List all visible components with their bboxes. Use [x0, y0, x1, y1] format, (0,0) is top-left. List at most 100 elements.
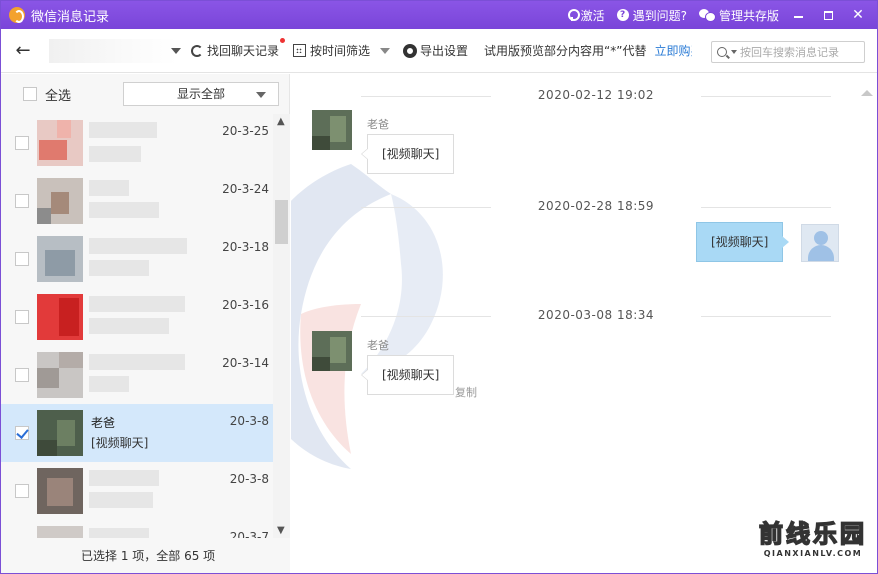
- gear-icon: [404, 44, 417, 57]
- list-scrollbar[interactable]: ▲ ▼: [273, 114, 290, 538]
- list-item[interactable]: 20-3-14: [1, 346, 273, 404]
- filter-by-time-button[interactable]: 按时间筛选: [293, 42, 391, 59]
- row-date: 20-3-24: [222, 182, 269, 196]
- message-bubble-sent[interactable]: [视频聊天]: [696, 222, 790, 262]
- blurred-name: [89, 296, 185, 312]
- display-filter-value: 显示全部: [176, 87, 225, 101]
- selection-summary: 已选择 1 项，全部 65 项: [1, 538, 290, 573]
- trial-notice: 试用版预览部分内容用“*”代替: [484, 44, 647, 58]
- blurred-name: [89, 180, 129, 196]
- list-item[interactable]: 20-3-7: [1, 520, 273, 538]
- manage-label: 管理共存版: [718, 8, 779, 23]
- message-text: [视频聊天]: [382, 147, 440, 161]
- scroll-thumb[interactable]: [275, 200, 288, 244]
- activate-link[interactable]: 激活: [567, 7, 605, 24]
- row-checkbox[interactable]: [15, 484, 29, 498]
- chevron-down-icon: [171, 47, 181, 54]
- row-date: 20-3-18: [222, 240, 269, 254]
- app-window: 微信消息记录 激活 ? 遇到问题? 管理共存版 ✕ ← 找回聊天记录 按时间筛选…: [0, 0, 878, 574]
- list-item[interactable]: 20-3-25: [1, 114, 273, 172]
- filter-time-label: 按时间筛选: [310, 44, 371, 58]
- title-actions: 激活 ? 遇到问题? 管理共存版 ✕: [559, 1, 869, 29]
- caret-down-icon: [380, 47, 391, 54]
- timestamp: 2020-03-08 18:34: [537, 308, 655, 322]
- list-header: 全选 显示全部: [1, 74, 290, 114]
- row-date: 20-3-8: [229, 472, 269, 486]
- row-date: 20-3-16: [222, 298, 269, 312]
- minimize-button[interactable]: [787, 4, 809, 26]
- chat-scroll-up-icon[interactable]: [861, 90, 873, 96]
- row-checkbox[interactable]: [15, 368, 29, 382]
- maximize-icon: [823, 10, 833, 20]
- row-date: 20-3-8: [229, 414, 269, 428]
- row-checkbox-checked[interactable]: [15, 426, 29, 440]
- select-all-label: 全选: [45, 88, 72, 104]
- location-pin-icon: [567, 9, 580, 21]
- blurred-name: [89, 528, 149, 538]
- avatar: [37, 120, 83, 166]
- blurred-message: [89, 376, 129, 392]
- question-icon: ?: [616, 9, 629, 21]
- avatar: [37, 352, 83, 398]
- notification-dot: [280, 38, 286, 43]
- timestamp-divider: 2020-03-08 18:34: [361, 308, 831, 324]
- maximize-button[interactable]: [817, 4, 839, 26]
- export-settings-button[interactable]: 导出设置: [404, 42, 468, 59]
- refresh-icon: [191, 44, 203, 57]
- minimize-icon: [793, 16, 803, 18]
- avatar: [312, 110, 352, 150]
- blurred-name: [89, 122, 157, 138]
- chat-view: 2020-02-12 19:02 老爸 [视频聊天] 2020-02-28 18…: [291, 74, 877, 573]
- sender-name: 老爸: [367, 118, 389, 131]
- row-checkbox[interactable]: [15, 194, 29, 208]
- recover-chat-button[interactable]: 找回聊天记录: [191, 38, 286, 59]
- site-watermark: 前线乐园 QIANXIANLV.COM: [757, 519, 869, 565]
- display-filter-dropdown[interactable]: 显示全部: [123, 82, 279, 106]
- list-item[interactable]: 20-3-16: [1, 288, 273, 346]
- blurred-message: [89, 318, 169, 334]
- select-all-checkbox[interactable]: [23, 87, 37, 101]
- timestamp: 2020-02-12 19:02: [537, 88, 655, 102]
- message-text: [视频聊天]: [711, 235, 769, 249]
- row-date: 20-3-7: [229, 530, 269, 538]
- activate-label: 激活: [580, 8, 605, 23]
- list-item-selected[interactable]: 老爸 [视频聊天] 20-3-8: [1, 404, 273, 462]
- row-checkbox[interactable]: [15, 252, 29, 266]
- avatar: [37, 294, 83, 340]
- manage-coexist-link[interactable]: 管理共存版: [698, 7, 779, 24]
- blurred-name: [89, 354, 185, 370]
- message-bubble[interactable]: [视频聊天]: [360, 355, 455, 395]
- copy-link[interactable]: 复制: [455, 384, 477, 400]
- message-bubble[interactable]: [视频聊天]: [360, 134, 455, 174]
- row-name: 老爸: [91, 416, 116, 430]
- back-arrow-icon[interactable]: ←: [11, 39, 35, 63]
- list-item[interactable]: 20-3-24: [1, 172, 273, 230]
- row-checkbox[interactable]: [15, 310, 29, 324]
- message-text: [视频聊天]: [382, 368, 440, 382]
- close-button[interactable]: ✕: [847, 4, 869, 26]
- help-label: 遇到问题?: [632, 8, 687, 23]
- scroll-up-icon[interactable]: ▲: [277, 116, 285, 127]
- avatar: [37, 410, 83, 456]
- wechat-icon: [698, 9, 716, 22]
- search-input[interactable]: [740, 45, 860, 59]
- avatar: [312, 331, 352, 371]
- buy-now-link[interactable]: 立即购买: [654, 42, 692, 59]
- sender-name: 老爸: [367, 339, 389, 352]
- toolbar: ← 找回聊天记录 按时间筛选 导出设置 试用版预览部分内容用“*”代替 立即购买: [1, 29, 877, 73]
- blurred-message: [89, 146, 141, 162]
- list-item[interactable]: 20-3-8: [1, 462, 273, 520]
- blurred-message: [89, 202, 159, 218]
- row-checkbox[interactable]: [15, 136, 29, 150]
- self-avatar-icon: [801, 224, 839, 262]
- list-item[interactable]: 20-3-18: [1, 230, 273, 288]
- site-watermark-cn: 前线乐园: [758, 519, 867, 549]
- selection-count: 已选择 1 项，全部 65 项: [81, 549, 216, 563]
- close-icon: ✕: [852, 7, 864, 23]
- scroll-down-icon[interactable]: ▼: [277, 525, 285, 536]
- site-watermark-en: QIANXIANLV.COM: [763, 549, 863, 558]
- help-link[interactable]: ? 遇到问题?: [616, 7, 687, 24]
- search-box[interactable]: [711, 41, 865, 63]
- contact-dropdown[interactable]: [49, 38, 181, 63]
- avatar: [37, 468, 83, 514]
